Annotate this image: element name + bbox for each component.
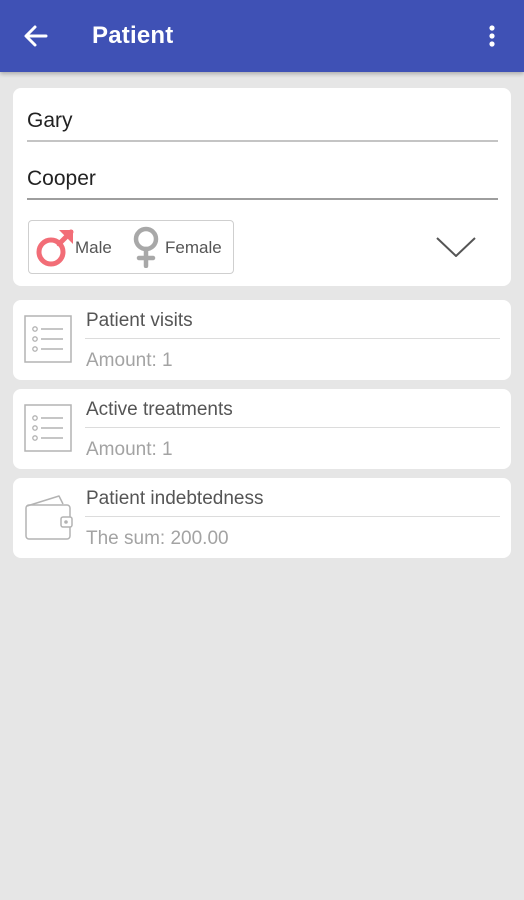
card-subtitle: The sum: 200.00 [86, 528, 229, 549]
divider [85, 427, 500, 428]
divider [85, 338, 500, 339]
male-label: Male [75, 238, 112, 257]
card-subtitle: Amount: 1 [86, 439, 173, 460]
arrow-left-icon [24, 25, 48, 47]
back-button[interactable] [18, 18, 54, 54]
card-title: Patient indebtedness [86, 488, 264, 509]
gender-female-option[interactable]: Female [131, 221, 231, 273]
more-vert-icon [489, 25, 495, 47]
active-treatments-card[interactable]: Active treatments Amount: 1 [13, 389, 511, 469]
wallet-icon [25, 495, 73, 540]
patient-indebtedness-card[interactable]: Patient indebtedness The sum: 200.00 [13, 478, 511, 558]
female-label: Female [165, 238, 222, 257]
card-subtitle: Amount: 1 [86, 350, 173, 371]
divider [85, 516, 500, 517]
gender-selector: Male Female [28, 220, 234, 274]
patient-info-card: Male Female [13, 88, 511, 286]
app-bar: Patient [0, 0, 524, 72]
more-options-button[interactable] [474, 18, 510, 54]
list-icon [24, 315, 72, 363]
first-name-field [27, 102, 498, 142]
last-name-field [27, 160, 498, 200]
first-name-input[interactable] [27, 102, 498, 140]
gender-male-option[interactable]: Male [35, 221, 123, 273]
expand-button[interactable] [433, 230, 479, 262]
female-symbol-icon [133, 226, 159, 268]
last-name-input[interactable] [27, 160, 498, 198]
male-symbol-icon [36, 229, 74, 267]
chevron-down-icon [436, 237, 476, 257]
patient-visits-card[interactable]: Patient visits Amount: 1 [13, 300, 511, 380]
list-icon [24, 404, 72, 452]
card-title: Active treatments [86, 399, 233, 420]
card-title: Patient visits [86, 310, 193, 331]
page-title: Patient [92, 22, 174, 49]
